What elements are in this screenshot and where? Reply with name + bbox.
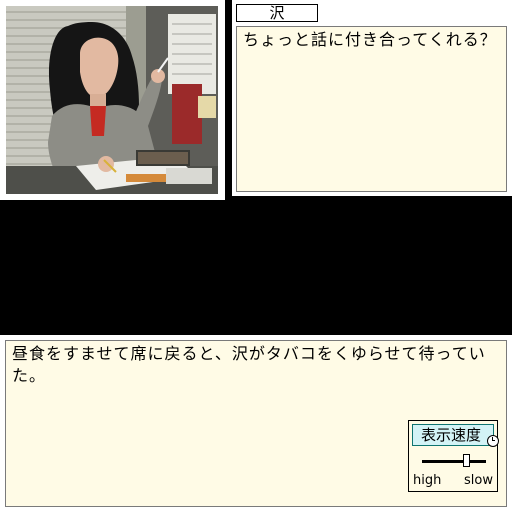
speed-slider-track[interactable]: [422, 460, 486, 463]
speaker-name: 沢: [269, 4, 285, 22]
clock-icon[interactable]: [487, 435, 499, 447]
dialogue-window: 沢 ちょっと話に付き合ってくれる？: [232, 0, 512, 196]
narration-text: 昼食をすませて席に戻ると、沢がタバコをくゆらせて待っていた。: [12, 344, 486, 385]
portrait-frame: [0, 0, 225, 200]
dialogue-text: ちょっと話に付き合ってくれる？: [243, 30, 497, 49]
character-portrait: [6, 6, 218, 194]
dialogue-panel[interactable]: ちょっと話に付き合ってくれる？: [236, 26, 507, 192]
speed-slider-thumb[interactable]: [463, 454, 471, 467]
portrait-illustration: [6, 6, 218, 194]
speaker-name-box: 沢: [236, 4, 318, 22]
text-speed-label: 表示速度: [421, 426, 482, 444]
text-speed-control: 表示速度 high slow: [408, 420, 499, 492]
speed-high-label: high: [413, 473, 442, 488]
text-speed-title: 表示速度: [412, 424, 499, 447]
speed-slow-label: slow: [464, 473, 493, 488]
